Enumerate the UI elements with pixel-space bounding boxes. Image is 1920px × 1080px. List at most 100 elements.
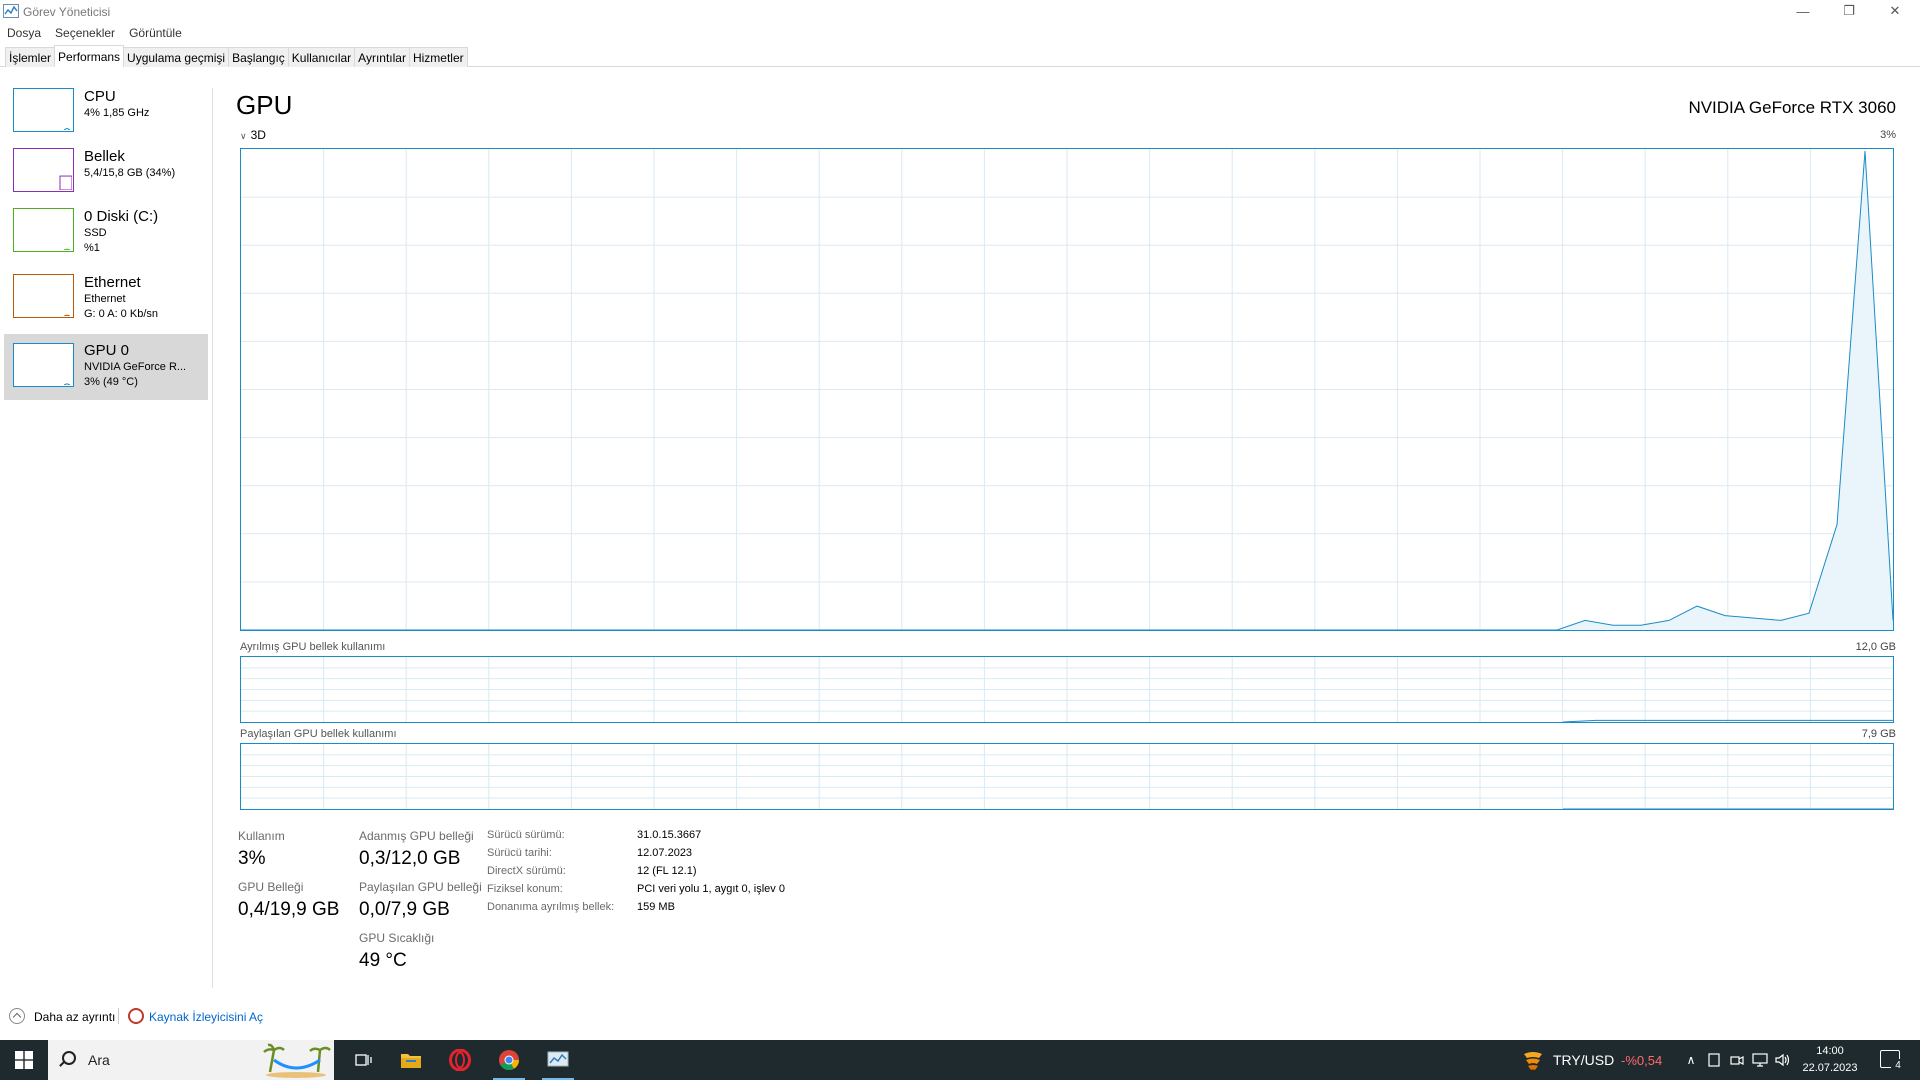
meet-now-icon[interactable]: [1729, 1052, 1745, 1068]
sidebar-item-title: CPU: [84, 88, 116, 105]
clock-time[interactable]: 14:00: [1786, 1045, 1874, 1057]
sidebar-item-title: 0 Diski (C:): [84, 208, 159, 225]
shared-memory-graph: [240, 743, 1894, 810]
sidebar-item-detail: 4% 1,85 GHz: [84, 107, 150, 119]
search-placeholder: Ara: [88, 1052, 110, 1068]
resource-sidebar: CPU 4% 1,85 GHz Bellek 5,4/15,8 GB (34%)…: [0, 82, 212, 400]
tab-users[interactable]: Kullanıcılar: [287, 47, 356, 67]
menu-file[interactable]: Dosya: [0, 24, 48, 44]
dedicated-memory-label: Ayrılmış GPU bellek kullanımı: [240, 641, 386, 653]
task-manager-icon: [547, 1051, 569, 1067]
sidebar-item-disk[interactable]: 0 Diski (C:) SSD %1: [4, 202, 208, 268]
thumbnail-level: [59, 175, 73, 191]
sidebar-item-detail: SSD: [84, 227, 107, 239]
sidebar-item-memory[interactable]: Bellek 5,4/15,8 GB (34%): [4, 142, 208, 202]
show-hidden-icons-chevron-icon[interactable]: ∧: [1683, 1052, 1699, 1068]
shared-memory-chart: [241, 744, 1893, 809]
sidebar-item-detail-2: 3% (49 °C): [84, 376, 138, 388]
resource-monitor-icon[interactable]: [128, 1008, 144, 1024]
sidebar-item-ethernet[interactable]: Ethernet Ethernet G: 0 A: 0 Kb/sn: [4, 268, 208, 334]
sidebar-item-gpu[interactable]: GPU 0 NVIDIA GeForce R... 3% (49 °C): [4, 334, 208, 400]
sidebar-item-title: Bellek: [84, 148, 125, 165]
minimize-button[interactable]: —: [1780, 0, 1826, 22]
shared-memory-max: 7,9 GB: [1861, 728, 1896, 740]
maximize-button[interactable]: ❐: [1826, 0, 1872, 22]
physical-location-key: Fiziksel konum:: [487, 883, 563, 895]
menu-bar: Dosya Seçenekler Görüntüle: [0, 24, 189, 44]
usage-value: 3%: [238, 848, 266, 869]
disk-thumbnail-graph: [13, 208, 74, 252]
thumbnail-level: [63, 383, 71, 386]
open-resource-monitor-link[interactable]: Kaynak İzleyicisini Aç: [149, 1010, 263, 1024]
gpu-temperature-label: GPU Sıcaklığı: [359, 931, 435, 945]
task-view-button[interactable]: [340, 1040, 388, 1080]
sidebar-item-detail-2: G: 0 A: 0 Kb/sn: [84, 308, 158, 320]
dedicated-memory-graph: [240, 656, 1894, 723]
taskbar: Ara TRY/USD -%0,54 ∧ 14:00 22.07.2023 4: [0, 1040, 1920, 1080]
directx-version-value: 12 (FL 12.1): [637, 865, 697, 877]
currency-pair[interactable]: TRY/USD: [1553, 1052, 1614, 1068]
windows-logo-icon: [15, 1051, 33, 1069]
menu-options[interactable]: Seçenekler: [48, 24, 122, 44]
sidebar-divider: [212, 88, 213, 988]
opera-browser-button[interactable]: [436, 1040, 484, 1080]
driver-version-value: 31.0.15.3667: [637, 829, 702, 841]
tab-details[interactable]: Ayrıntılar: [354, 47, 410, 67]
thumbnail-level: [63, 127, 71, 131]
fewer-details-button[interactable]: Daha az ayrıntı: [34, 1010, 115, 1024]
footer-divider: [118, 1008, 119, 1024]
tab-startup[interactable]: Başlangıç: [228, 47, 289, 67]
tab-performance[interactable]: Performans: [54, 45, 125, 67]
chrome-browser-button[interactable]: [485, 1040, 533, 1080]
collapse-chevron-icon[interactable]: [9, 1008, 25, 1024]
sidebar-item-title: GPU 0: [84, 342, 130, 359]
footer-bar: Daha az ayrıntı Kaynak İzleyicisini Aç: [0, 1004, 1920, 1028]
dedicated-gpu-memory-value: 0,3/12,0 GB: [359, 848, 461, 869]
cpu-thumbnail-graph: [13, 88, 74, 132]
gpu-memory-label: GPU Belleği: [238, 880, 304, 894]
thumbnail-sparkline: [63, 248, 71, 251]
close-button[interactable]: ✕: [1872, 0, 1918, 22]
gpu-thumbnail-graph: [13, 343, 74, 387]
thumbnail-sparkline: [63, 314, 71, 317]
usage-label: Kullanım: [238, 829, 285, 843]
thumbnail-sparkline: [63, 383, 71, 386]
chrome-icon: [499, 1050, 520, 1071]
driver-version-key: Sürücü sürümü:: [487, 829, 565, 841]
file-explorer-button[interactable]: [387, 1040, 435, 1080]
thumbnail-sparkline: [63, 127, 71, 131]
sidebar-item-detail: 5,4/15,8 GB (34%): [84, 167, 176, 179]
shared-gpu-memory-label: Paylaşılan GPU belleği: [359, 880, 482, 894]
task-manager-taskbar-button[interactable]: [534, 1040, 582, 1080]
driver-date-value: 12.07.2023: [637, 847, 693, 859]
start-button[interactable]: [0, 1040, 48, 1080]
tab-services[interactable]: Hizmetler: [408, 47, 468, 67]
taskbar-search[interactable]: Ara: [48, 1040, 334, 1080]
sidebar-item-title: Ethernet: [84, 274, 141, 291]
sidebar-item-detail-2: %1: [84, 242, 100, 254]
clock-date[interactable]: 22.07.2023: [1786, 1062, 1874, 1074]
tablet-icon[interactable]: [1706, 1052, 1722, 1068]
tab-processes[interactable]: İşlemler: [5, 47, 56, 67]
network-icon[interactable]: [1752, 1052, 1768, 1068]
sidebar-item-cpu[interactable]: CPU 4% 1,85 GHz: [4, 82, 208, 142]
sidebar-item-detail: Ethernet: [84, 293, 126, 305]
gpu-3d-usage-graph: [240, 148, 1894, 631]
driver-date-key: Sürücü tarihi:: [487, 847, 552, 859]
ethernet-thumbnail-graph: [13, 274, 74, 318]
menu-view[interactable]: Görüntüle: [122, 24, 189, 44]
directx-version-key: DirectX sürümü:: [487, 865, 566, 877]
shared-gpu-memory-value: 0,0/7,9 GB: [359, 899, 450, 920]
dedicated-memory-chart: [241, 657, 1893, 722]
engine-selector[interactable]: ∨ 3D: [240, 128, 266, 142]
currency-ticker-icon: [1524, 1052, 1542, 1070]
opera-icon: [449, 1049, 471, 1071]
title-bar: Görev Yöneticisi — ❐ ✕: [0, 0, 1920, 24]
thumbnail-sparkline: [59, 175, 73, 191]
memory-thumbnail-graph: [13, 148, 74, 192]
hardware-reserved-memory-key: Donanıma ayrılmış bellek:: [487, 901, 615, 913]
task-view-icon: [355, 1054, 372, 1066]
shared-memory-label: Paylaşılan GPU bellek kullanımı: [240, 728, 397, 740]
hardware-reserved-memory-value: 159 MB: [637, 901, 675, 913]
tab-app-history[interactable]: Uygulama geçmişi: [123, 47, 230, 67]
